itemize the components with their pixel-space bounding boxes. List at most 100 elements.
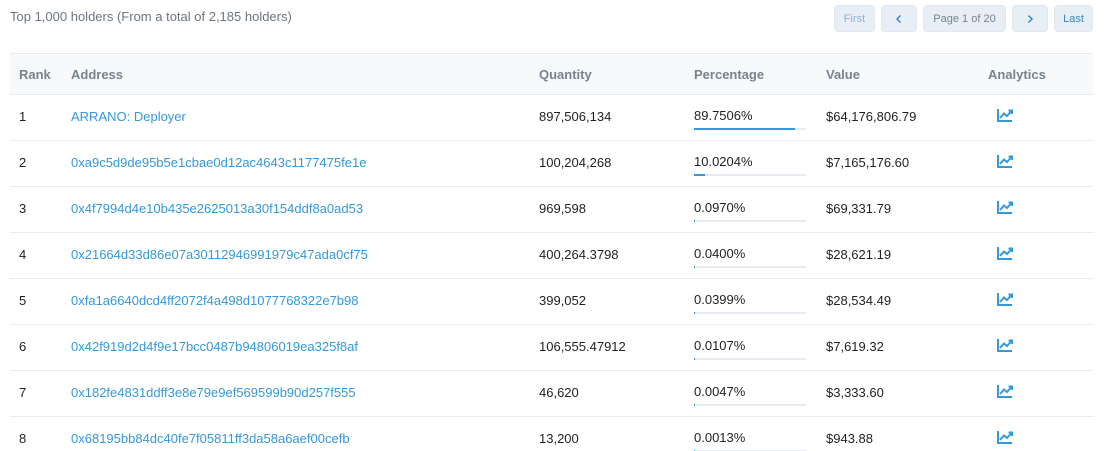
value-cell: $28,621.19 xyxy=(826,247,892,262)
header-quantity: Quantity xyxy=(539,67,592,82)
chart-line-icon xyxy=(997,109,1013,122)
next-page-button[interactable] xyxy=(1012,5,1048,32)
analytics-button[interactable] xyxy=(996,428,1014,446)
rank-cell: 1 xyxy=(19,109,27,124)
chart-line-icon xyxy=(997,385,1013,398)
percentage-bar xyxy=(694,312,806,314)
quantity-cell: 46,620 xyxy=(539,385,579,400)
analytics-button[interactable] xyxy=(996,244,1014,262)
percentage-cell: 0.0400% xyxy=(694,246,806,268)
prev-page-button[interactable] xyxy=(881,5,917,32)
value-cell: $943.88 xyxy=(826,431,873,446)
header-address: Address xyxy=(71,67,124,82)
chart-line-icon xyxy=(997,155,1013,168)
percentage-bar xyxy=(694,220,806,222)
analytics-button[interactable] xyxy=(996,198,1014,216)
pagination: First Page 1 of 20 Last xyxy=(834,5,1093,32)
percentage-cell: 0.0047% xyxy=(694,384,806,406)
header-rank: Rank xyxy=(19,67,51,82)
table-row: 6 0x42f919d2d4f9e17bcc0487b94806019ea325f… xyxy=(10,325,1093,371)
page-info: Page 1 of 20 xyxy=(923,5,1006,32)
header-analytics: Analytics xyxy=(988,67,1046,82)
quantity-cell: 400,264.3798 xyxy=(539,247,619,262)
analytics-button[interactable] xyxy=(996,290,1014,308)
chevron-left-icon xyxy=(895,14,902,23)
analytics-button[interactable] xyxy=(996,152,1014,170)
address-link[interactable]: 0x21664d33d86e07a30112946991979c47ada0cf… xyxy=(71,247,368,262)
holders-summary: Top 1,000 holders (From a total of 2,185… xyxy=(10,9,292,24)
percentage-text: 10.0204% xyxy=(694,154,753,169)
rank-cell: 4 xyxy=(19,247,27,262)
table-row: 5 0xfa1a6640dcd4ff2072f4a498d1077768322e7… xyxy=(10,279,1093,325)
quantity-cell: 100,204,268 xyxy=(539,155,612,170)
percentage-cell: 0.0013% xyxy=(694,430,806,451)
rank-cell: 8 xyxy=(19,431,27,446)
chart-line-icon xyxy=(997,431,1013,444)
address-link[interactable]: 0x182fe4831ddff3e8e79e9ef569599b90d257f5… xyxy=(71,385,356,400)
value-cell: $7,619.32 xyxy=(826,339,884,354)
header-value: Value xyxy=(826,67,860,82)
table-header: Rank Address Quantity Percentage Value A… xyxy=(10,53,1093,95)
chart-line-icon xyxy=(997,247,1013,260)
table-row: 3 0x4f7994d4e10b435e2625013a30f154ddf8a0a… xyxy=(10,187,1093,233)
analytics-button[interactable] xyxy=(996,106,1014,124)
value-cell: $7,165,176.60 xyxy=(826,155,910,170)
table-body: 1 ARRANO: Deployer 897,506,134 89.7506% $64,… xyxy=(10,95,1093,451)
table-row: 2 0xa9c5d9de95b5e1cbae0d12ac4643c1177475f… xyxy=(10,141,1093,187)
table-row: 4 0x21664d33d86e07a30112946991979c47ada0c… xyxy=(10,233,1093,279)
address-link[interactable]: ARRANO: Deployer xyxy=(71,109,186,124)
rank-cell: 3 xyxy=(19,201,27,216)
percentage-bar xyxy=(694,358,806,360)
percentage-text: 0.0047% xyxy=(694,384,746,399)
value-cell: $64,176,806.79 xyxy=(826,109,917,124)
percentage-text: 0.0400% xyxy=(694,246,746,261)
chart-line-icon xyxy=(997,339,1013,352)
rank-cell: 5 xyxy=(19,293,27,308)
header-percentage: Percentage xyxy=(694,67,765,82)
quantity-cell: 969,598 xyxy=(539,201,586,216)
holders-table: Rank Address Quantity Percentage Value A… xyxy=(10,53,1093,451)
percentage-text: 0.0970% xyxy=(694,200,746,215)
analytics-button[interactable] xyxy=(996,336,1014,354)
quantity-cell: 897,506,134 xyxy=(539,109,612,124)
percentage-text: 89.7506% xyxy=(694,108,753,123)
address-link[interactable]: 0x68195bb84dc40fe7f05811ff3da58a6aef00ce… xyxy=(71,431,350,446)
address-link[interactable]: 0xa9c5d9de95b5e1cbae0d12ac4643c1177475fe… xyxy=(71,155,366,170)
rank-cell: 2 xyxy=(19,155,27,170)
quantity-cell: 399,052 xyxy=(539,293,586,308)
percentage-bar xyxy=(694,404,806,406)
percentage-cell: 0.0970% xyxy=(694,200,806,222)
chart-line-icon xyxy=(997,293,1013,306)
percentage-bar xyxy=(694,128,806,130)
value-cell: $3,333.60 xyxy=(826,385,884,400)
percentage-cell: 89.7506% xyxy=(694,108,806,130)
address-link[interactable]: 0x4f7994d4e10b435e2625013a30f154ddf8a0ad… xyxy=(71,201,363,216)
table-row: 1 ARRANO: Deployer 897,506,134 89.7506% $64,… xyxy=(10,95,1093,141)
address-link[interactable]: 0xfa1a6640dcd4ff2072f4a498d1077768322e7b… xyxy=(71,293,359,308)
rank-cell: 6 xyxy=(19,339,27,354)
quantity-cell: 106,555.47912 xyxy=(539,339,626,354)
first-page-button[interactable]: First xyxy=(834,5,875,32)
percentage-text: 0.0013% xyxy=(694,430,746,445)
percentage-bar-fill xyxy=(694,312,695,314)
percentage-bar-fill xyxy=(694,358,695,360)
percentage-bar xyxy=(694,174,806,176)
percentage-text: 0.0399% xyxy=(694,292,746,307)
percentage-bar-fill xyxy=(694,220,695,222)
rank-cell: 7 xyxy=(19,385,27,400)
percentage-cell: 0.0107% xyxy=(694,338,806,360)
value-cell: $69,331.79 xyxy=(826,201,892,216)
percentage-bar-fill xyxy=(694,266,695,268)
last-page-button[interactable]: Last xyxy=(1054,5,1093,32)
value-cell: $28,534.49 xyxy=(826,293,892,308)
chart-line-icon xyxy=(997,201,1013,214)
percentage-bar-fill xyxy=(694,128,795,130)
analytics-button[interactable] xyxy=(996,382,1014,400)
percentage-bar-fill xyxy=(694,404,695,406)
table-row: 7 0x182fe4831ddff3e8e79e9ef569599b90d257f… xyxy=(10,371,1093,417)
percentage-text: 0.0107% xyxy=(694,338,746,353)
percentage-bar-fill xyxy=(694,174,706,176)
chevron-right-icon xyxy=(1027,14,1034,23)
address-link[interactable]: 0x42f919d2d4f9e17bcc0487b94806019ea325f8… xyxy=(71,339,358,354)
percentage-bar xyxy=(694,266,806,268)
